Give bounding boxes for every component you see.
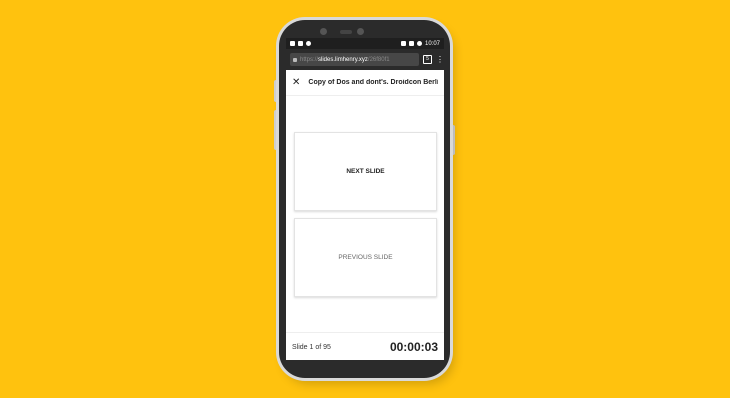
volume-up-button — [274, 80, 278, 102]
status-right-icons: 10:07 — [400, 40, 440, 47]
presenter-footer: Slide 1 of 95 00:00:03 — [286, 332, 444, 360]
signal-icon — [408, 41, 414, 46]
close-icon[interactable]: ✕ — [292, 77, 300, 88]
overflow-menu-icon[interactable]: ⋮ — [436, 55, 444, 64]
url-host: slides.limhenry.xyz — [318, 56, 368, 63]
app-icon — [306, 41, 311, 46]
next-slide-label: NEXT SLIDE — [346, 168, 385, 175]
slide-counter: Slide 1 of 95 — [292, 343, 331, 351]
url-path: /26f80f1 — [367, 56, 390, 63]
url-scheme: https:// — [300, 56, 319, 63]
lock-icon — [293, 57, 297, 62]
power-button — [451, 125, 455, 155]
notification-icon — [290, 41, 295, 46]
battery-icon — [416, 41, 422, 46]
previous-slide-button[interactable]: PREVIOUS SLIDE — [294, 218, 437, 297]
app-bar: ✕ Copy of Dos and dont's. Droidcon Berli… — [286, 70, 444, 96]
browser-toolbar: https:// slides.limhenry.xyz /26f80f1 5 … — [286, 49, 444, 70]
sensor-icon — [357, 28, 364, 35]
previous-slide-label: PREVIOUS SLIDE — [338, 254, 393, 261]
vibrate-icon — [400, 41, 406, 46]
earpiece-speaker — [340, 30, 352, 34]
status-bar: 10:07 — [286, 38, 444, 49]
page-title: Copy of Dos and dont's. Droidcon Berlin. — [308, 79, 438, 86]
next-slide-button[interactable]: NEXT SLIDE — [294, 132, 437, 211]
status-time: 10:07 — [424, 40, 440, 47]
front-camera-icon — [320, 28, 327, 35]
volume-down-button — [274, 110, 278, 150]
phone-screen: 10:07 https:// slides.limhenry.xyz /26f8… — [286, 38, 444, 360]
presentation-timer: 00:00:03 — [389, 340, 438, 354]
status-left-icons — [290, 41, 311, 46]
image-icon — [298, 41, 303, 46]
tab-switcher-icon[interactable]: 5 — [423, 55, 432, 64]
address-bar[interactable]: https:// slides.limhenry.xyz /26f80f1 — [290, 53, 419, 66]
